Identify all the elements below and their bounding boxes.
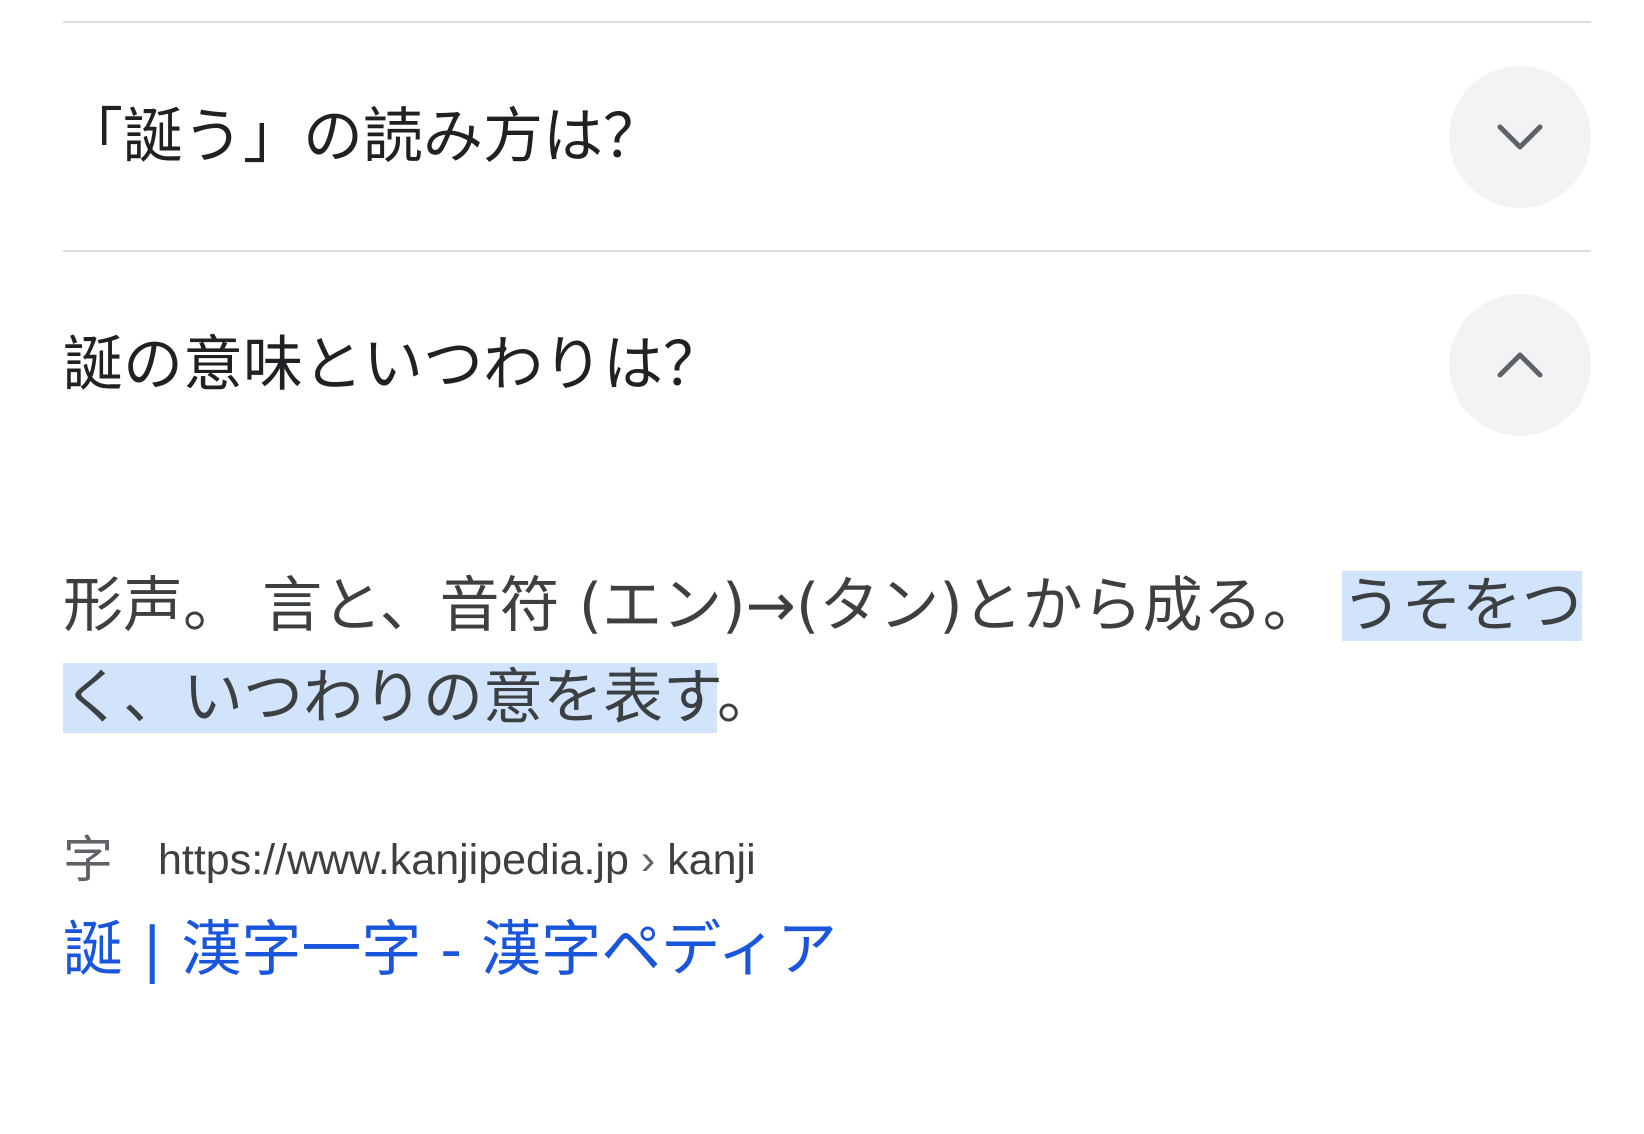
top-divider [63,21,1591,23]
expand-button[interactable] [1449,66,1591,208]
faq-item-meaning[interactable]: 誕の意味といつわりは？ [63,290,1591,440]
faq-answer: 形声。 言と、音符 (エン)→(タン)とから成る。 うそをつく、いつわりの意を表… [63,560,1593,744]
site-favicon-icon: 字 [63,831,113,889]
chevron-up-icon [1497,352,1543,378]
answer-text-end: 。 [717,663,777,733]
answer-text: 形声。 言と、音符 (エン)→(タン)とから成る。 [63,571,1342,641]
faq-item-reading[interactable]: 「誕う」の読み方は？ [63,62,1591,212]
collapse-button[interactable] [1449,294,1591,436]
faq-question: 誕の意味といつわりは？ [63,330,723,400]
breadcrumb-separator: › [640,835,656,884]
source-path: kanji [667,835,756,884]
chevron-down-icon [1497,124,1543,150]
result-title-link[interactable]: 誕 | 漢字一字 - 漢字ペディア [63,920,837,980]
source-url: https://www.kanjipedia.jp [158,835,629,884]
source-line[interactable]: 字 https://www.kanjipedia.jp › kanji [63,830,756,890]
faq-divider [63,250,1591,252]
faq-question: 「誕う」の読み方は？ [63,102,663,172]
